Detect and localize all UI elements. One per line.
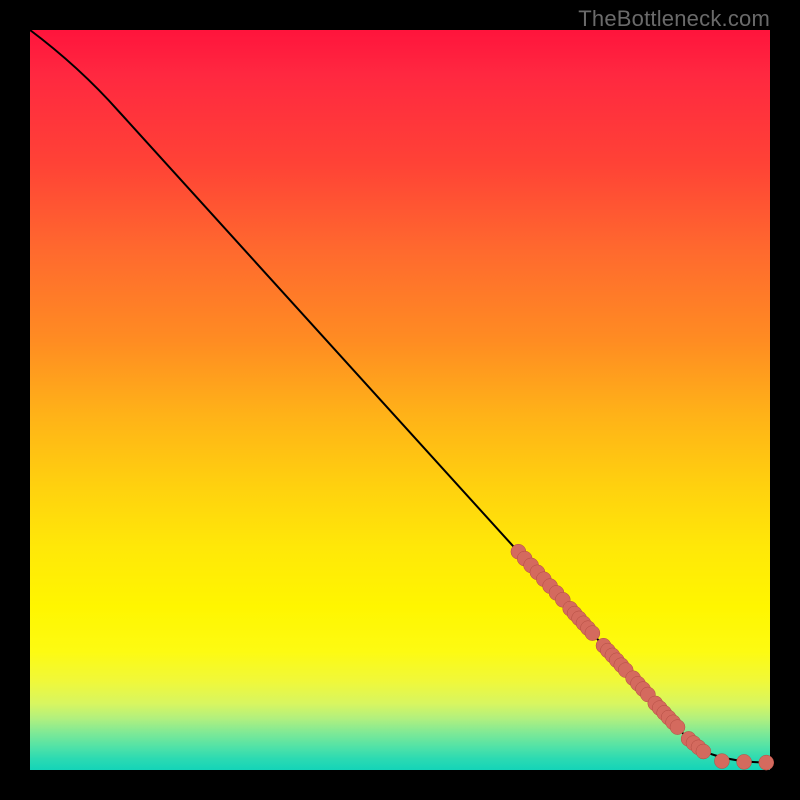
data-point [714,754,729,769]
bottleneck-curve [30,30,770,763]
data-point [585,626,600,641]
chart-frame: TheBottleneck.com [0,0,800,800]
plot-area [30,30,770,770]
chart-svg [30,30,770,770]
data-points-group [511,544,774,770]
data-point [759,755,774,770]
data-point [737,754,752,769]
data-point [696,744,711,759]
watermark-text: TheBottleneck.com [578,6,770,32]
data-point [670,720,685,735]
